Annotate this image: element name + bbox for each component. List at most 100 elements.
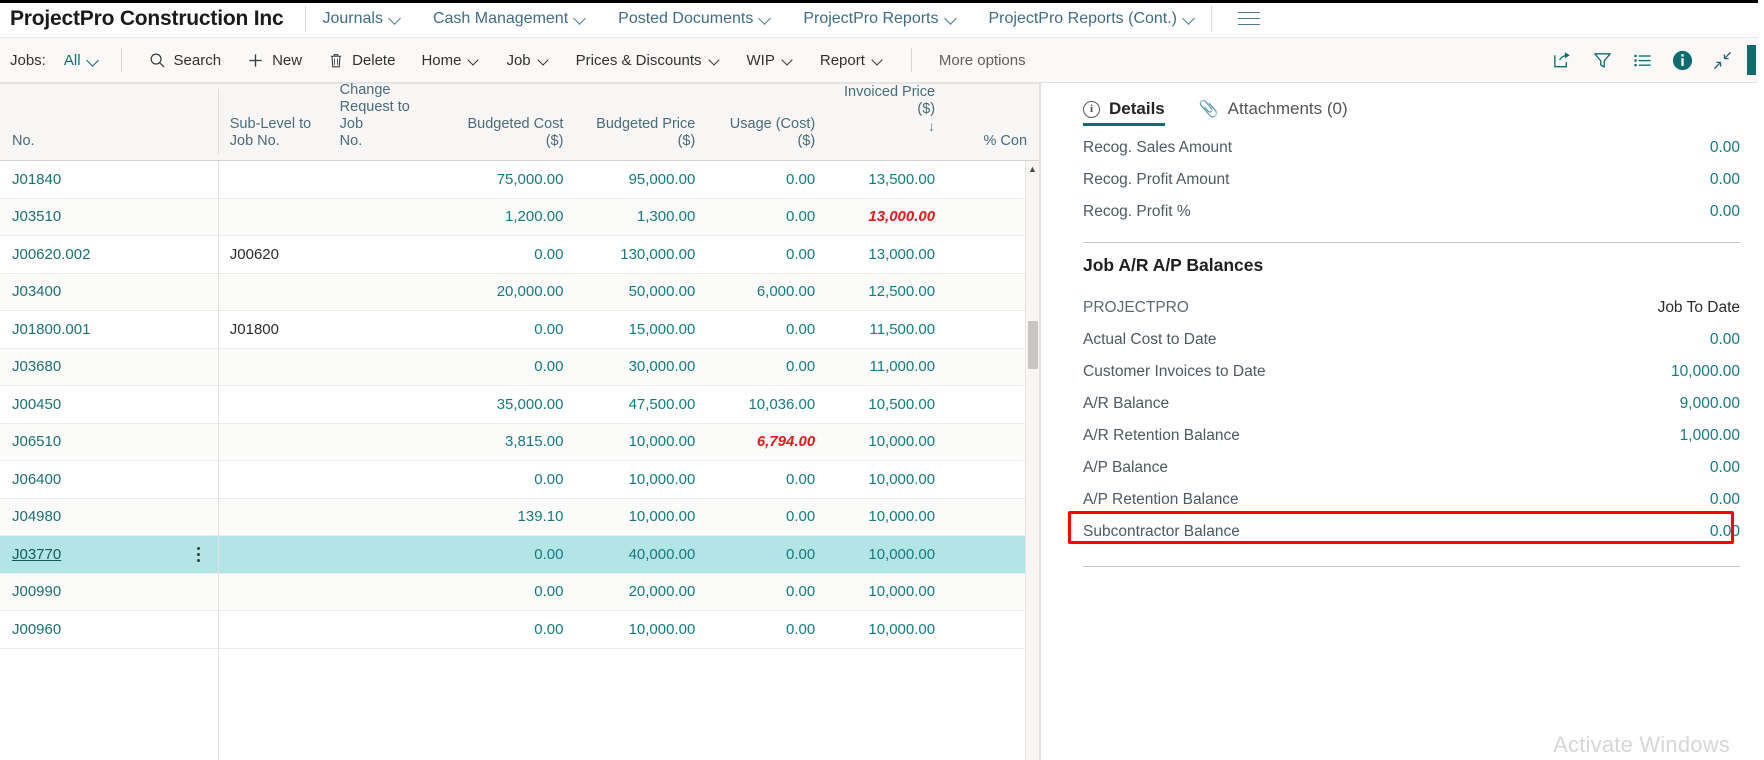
nav-item-cash-management[interactable]: Cash Management [417,0,602,38]
hamburger-menu-button[interactable] [1212,11,1286,26]
grid-header-row: No. Sub-Level to Job No. Change Request … [0,82,1039,161]
filter-icon [1593,52,1611,68]
cell-usage-cost: 0.00 [786,358,816,376]
table-row[interactable]: J03510 1,200.00 1,300.00 0.00 13,000.00 [0,198,1039,236]
table-row[interactable]: J03680 0.00 30,000.00 0.00 11,000.00 [0,348,1039,386]
scrollbar-thumb[interactable] [1028,321,1038,369]
job-menu-button[interactable]: Job [493,44,562,76]
sort-descending-icon: ↓ [928,118,936,134]
column-header-no[interactable]: No. [0,133,218,160]
column-header-change-request[interactable]: Change Request to Job No. [328,82,448,160]
column-header-percent-completed[interactable]: % Con [947,133,1039,160]
column-header-invoiced-price[interactable]: Invoiced Price ($) ↓ [827,67,947,160]
nav-item-label: ProjectPro Reports (Cont.) [988,9,1178,27]
cell-no[interactable]: J00960 [0,621,218,638]
customer-invoices-to-date-label: Customer Invoices to Date [1083,363,1266,380]
jobs-filter-dropdown[interactable]: All [56,52,107,69]
job-no-link[interactable]: J00450 [12,396,61,413]
table-row[interactable]: J04980 139.10 10,000.00 0.00 10,000.00 [0,498,1039,536]
cell-no[interactable]: J03770 [0,545,218,563]
table-row[interactable]: J06400 0.00 10,000.00 0.00 10,000.00 [0,461,1039,499]
more-options-label: More options [938,51,1026,69]
table-row[interactable]: J00990 0.00 20,000.00 0.00 10,000.00 [0,573,1039,611]
filter-button[interactable] [1585,44,1619,76]
cell-no[interactable]: J06510 [0,433,218,450]
cell-budgeted-cost: 139.10 [517,508,564,526]
cell-no[interactable]: J03400 [0,283,218,300]
job-no-link[interactable]: J01840 [12,171,61,188]
job-no-link[interactable]: J03510 [12,208,61,225]
collapse-button[interactable] [1705,44,1739,76]
grid-vertical-scrollbar[interactable]: ▲ [1025,161,1039,760]
factbox-divider-bottom [1083,566,1740,567]
cell-no[interactable]: J04980 [0,508,218,525]
new-button[interactable]: New [234,44,315,76]
cell-no[interactable]: J03680 [0,358,218,375]
prices-discounts-menu-button[interactable]: Prices & Discounts [563,44,734,76]
cell-no[interactable]: J03510 [0,208,218,225]
row-menu-icon[interactable] [192,545,206,563]
recog-sales-amount-label: Recog. Sales Amount [1083,139,1233,156]
nav-item-projectpro-reports[interactable]: ProjectPro Reports [787,0,972,38]
ar-balance-label: A/R Balance [1083,395,1170,412]
job-no-link[interactable]: J01800.001 [12,321,90,338]
cell-no[interactable]: J00620.002 [0,246,218,263]
cell-no[interactable]: J00990 [0,583,218,600]
delete-button[interactable]: Delete [315,44,408,76]
app-window: ProjectPro Construction Inc Journals Cas… [0,0,1764,760]
table-row[interactable]: J00450 35,000.00 47,500.00 10,036.00 10,… [0,386,1039,424]
chevron-down-icon [539,55,550,66]
cell-budgeted-cost: 0.00 [534,545,564,563]
column-header-budgeted-cost[interactable]: Budgeted Cost ($) [448,116,576,160]
chevron-down-icon [1184,13,1195,24]
table-row[interactable]: J03400 20,000.00 50,000.00 6,000.00 12,5… [0,273,1039,311]
cell-budgeted-price: 40,000.00 [628,545,696,563]
cell-invoiced-price: 10,500.00 [868,395,936,413]
job-no-link[interactable]: J00960 [12,621,61,638]
chevron-down-icon [783,55,794,66]
nav-item-journals[interactable]: Journals [306,0,416,38]
cell-budgeted-price: 10,000.00 [628,433,696,451]
company-title: ProjectPro Construction Inc [10,6,284,30]
table-row[interactable]: J00620.002 J00620 0.00 130,000.00 0.00 1… [0,236,1039,274]
nav-item-posted-documents[interactable]: Posted Documents [602,0,787,38]
job-no-link[interactable]: J03400 [12,283,61,300]
table-row[interactable]: J06510 3,815.00 10,000.00 6,794.00 10,00… [0,423,1039,461]
nav-item-projectpro-reports-cont[interactable]: ProjectPro Reports (Cont.) [973,0,1212,38]
job-no-link[interactable]: J06510 [12,433,61,450]
recog-profit-percent-value: 0.00 [1709,203,1740,220]
column-header-budgeted-price[interactable]: Budgeted Price ($) [575,116,707,160]
share-button[interactable] [1545,44,1579,76]
table-row[interactable]: J01800.001 J01800 0.00 15,000.00 0.00 11… [0,311,1039,349]
job-no-link[interactable]: J03680 [12,358,61,375]
cell-no[interactable]: J01800.001 [0,321,218,338]
search-button[interactable]: Search [136,44,235,76]
scroll-up-arrow[interactable]: ▲ [1026,161,1039,177]
cell-invoiced-price: 12,500.00 [868,283,936,301]
tab-attachments[interactable]: 📎 Attachments (0) [1199,99,1348,126]
list-view-button[interactable] [1625,44,1659,76]
table-row[interactable]: J01840 75,000.00 95,000.00 0.00 13,500.0… [0,161,1039,199]
home-menu-button[interactable]: Home [408,44,493,76]
table-row[interactable]: J00960 0.00 10,000.00 0.00 10,000.00 [0,611,1039,649]
cell-no[interactable]: J00450 [0,396,218,413]
info-button[interactable] [1665,44,1699,76]
nav-item-label: ProjectPro Reports [803,9,939,27]
cell-no[interactable]: J06400 [0,471,218,488]
wip-menu-button[interactable]: WIP [734,44,807,76]
column-header-sub-level[interactable]: Sub-Level to Job No. [218,116,328,160]
tab-details[interactable]: i Details [1083,99,1165,126]
job-no-link[interactable]: J03770 [12,546,61,563]
info-icon [1672,50,1692,70]
job-no-link[interactable]: J06400 [12,471,61,488]
cell-no[interactable]: J01840 [0,171,218,188]
job-no-link[interactable]: J00620.002 [12,246,90,263]
column-header-usage-cost[interactable]: Usage (Cost) ($) [707,116,827,160]
job-no-link[interactable]: J04980 [12,508,61,525]
job-no-link[interactable]: J00990 [12,583,61,600]
table-row-selected[interactable]: J03770 0.00 40,000.00 0.00 10,000.00 [0,536,1039,574]
cell-invoiced-price: 11,000.00 [869,358,936,376]
cell-budgeted-price: 20,000.00 [628,583,696,601]
new-label: New [272,51,303,69]
nav-item-label: Journals [322,9,383,27]
